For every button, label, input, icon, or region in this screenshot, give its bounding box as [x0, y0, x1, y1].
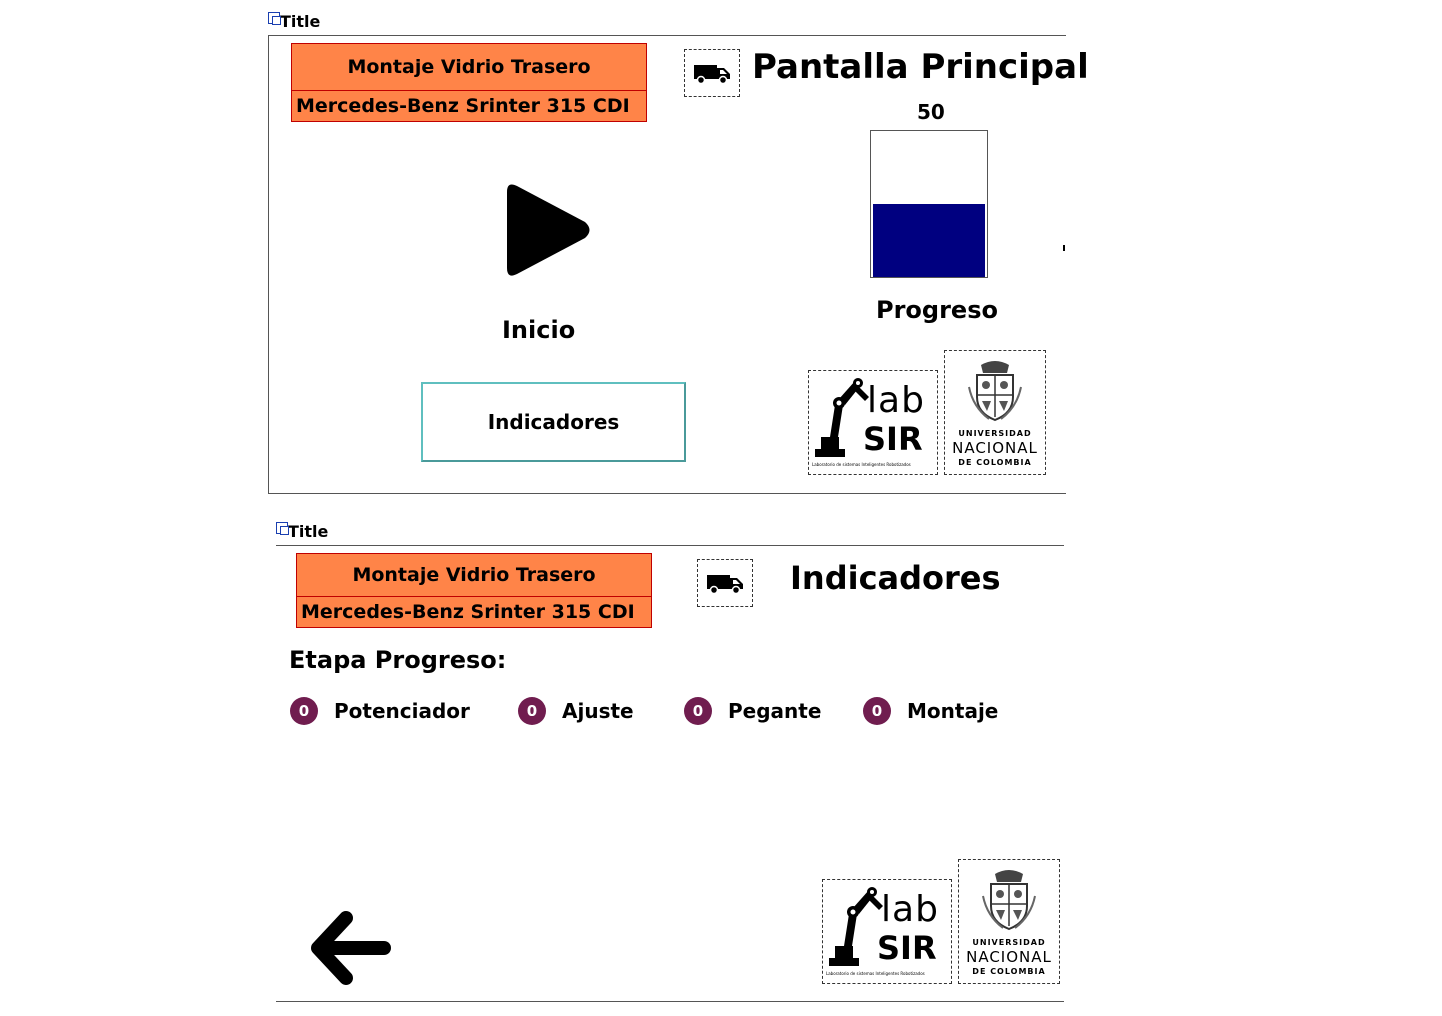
unal-line2: NACIONAL — [966, 948, 1052, 966]
labsir-caption: Laboratorio de sistemas Inteligentes Rob… — [826, 971, 925, 976]
progress-bar-fill — [873, 204, 985, 277]
window-title-bar-indicators: Title — [276, 516, 328, 540]
stage-counter: 0 — [684, 697, 712, 725]
van-button[interactable] — [684, 49, 740, 97]
van-icon — [694, 65, 730, 84]
unal-logo: UNIVERSIDAD NACIONAL DE COLOMBIA — [958, 859, 1060, 984]
vehicle-model: Mercedes-Benz Srinter 315 CDI — [296, 94, 630, 117]
page-title: Indicadores — [790, 559, 1001, 597]
coat-of-arms-icon — [968, 361, 1022, 422]
labsir-logo-lab: lab — [881, 889, 939, 930]
process-header: Montaje Vidrio Trasero Mercedes-Benz Sri… — [291, 43, 647, 122]
stage-label: Potenciador — [334, 699, 470, 723]
window-icon — [276, 522, 289, 535]
back-button[interactable] — [310, 910, 394, 986]
stage-counter: 0 — [518, 697, 546, 725]
unal-line3: DE COLOMBIA — [958, 458, 1032, 467]
process-title: Montaje Vidrio Trasero — [292, 44, 646, 91]
indicators-pane-top-border — [276, 545, 1064, 546]
progress-bar — [870, 130, 988, 278]
stage-label: Pegante — [728, 699, 822, 723]
stage-label: Montaje — [907, 699, 999, 723]
arrow-left-icon — [311, 911, 391, 985]
vehicle-model: Mercedes-Benz Srinter 315 CDI — [301, 600, 635, 623]
progress-value: 50 — [917, 100, 945, 124]
indicators-pane-bottom-border — [276, 1001, 1064, 1002]
labsir-logo: lab SIR Laboratorio de sistemas Intelige… — [808, 370, 938, 475]
coat-of-arms-icon — [982, 870, 1036, 931]
robot-arm-icon — [815, 378, 869, 457]
labsir-logo-lab: lab — [867, 380, 925, 421]
unal-line2: NACIONAL — [952, 439, 1038, 457]
labsir-logo-sir: SIR — [863, 420, 923, 458]
window-icon — [268, 12, 281, 25]
section-label: Etapa Progreso: — [289, 646, 507, 674]
unal-line1: UNIVERSIDAD — [972, 938, 1046, 947]
stage-counter: 0 — [290, 697, 318, 725]
process-header: Montaje Vidrio Trasero Mercedes-Benz Sri… — [296, 553, 652, 628]
page-title: Pantalla Principal — [752, 47, 1089, 87]
stage-counter: 0 — [863, 697, 891, 725]
labsir-caption: Laboratorio de sistemas Inteligentes Rob… — [812, 462, 911, 467]
process-title: Montaje Vidrio Trasero — [297, 554, 651, 597]
start-label: Inicio — [502, 316, 576, 344]
labsir-logo: lab SIR Laboratorio de sistemas Intelige… — [822, 879, 952, 984]
stage-pegante: 0 Pegante — [684, 697, 821, 725]
stage-potenciador: 0 Potenciador — [290, 697, 470, 725]
progress-label: Progreso — [876, 296, 998, 324]
labsir-logo-sir: SIR — [877, 929, 937, 967]
window-title: Title — [288, 522, 329, 541]
stage-label: Ajuste — [562, 699, 634, 723]
edge-marker — [1063, 245, 1065, 251]
unal-line1: UNIVERSIDAD — [958, 429, 1032, 438]
window-title: Title — [280, 12, 321, 31]
play-button[interactable] — [497, 178, 597, 282]
indicadores-button[interactable]: Indicadores — [421, 382, 686, 462]
unal-line3: DE COLOMBIA — [972, 967, 1046, 976]
play-icon — [507, 184, 590, 276]
unal-logo: UNIVERSIDAD NACIONAL DE COLOMBIA — [944, 350, 1046, 475]
stage-ajuste: 0 Ajuste — [518, 697, 634, 725]
van-button[interactable] — [697, 559, 753, 607]
robot-arm-icon — [829, 887, 883, 966]
window-title-bar-main: Title — [268, 6, 320, 30]
van-icon — [707, 575, 743, 594]
stage-montaje: 0 Montaje — [863, 697, 998, 725]
